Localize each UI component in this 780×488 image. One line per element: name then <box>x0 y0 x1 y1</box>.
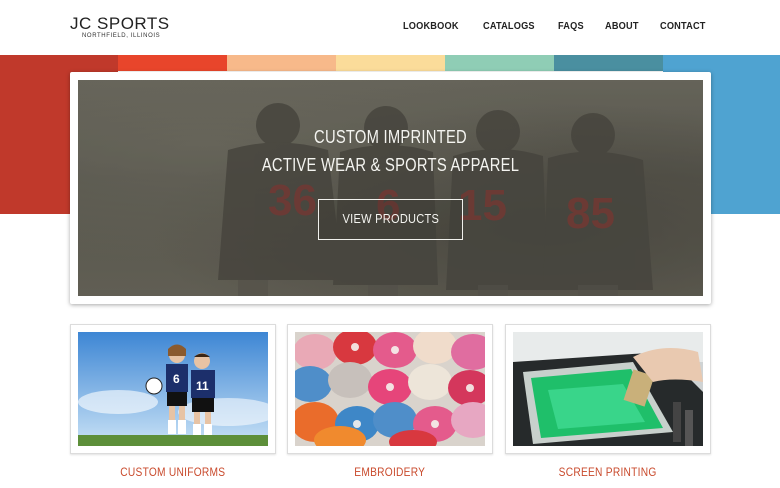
screen-printing-image <box>513 332 703 446</box>
thread-spools-illustration <box>295 332 485 446</box>
nav-link-lookbook[interactable]: LOOKBOOK <box>403 21 459 32</box>
embroidery-link[interactable]: EMBROIDERY <box>287 465 493 479</box>
hero-card: 36 6 15 85 CUSTOM IMPRINTED ACTIVE WEAR … <box>70 72 711 304</box>
logo-tagline: NORTHFIELD, ILLINOIS <box>82 33 161 39</box>
main-nav: LOOKBOOK CATALOGS FAQS ABOUT CONTACT <box>403 21 710 32</box>
nav-link-catalogs[interactable]: CATALOGS <box>483 21 535 32</box>
hero-headline-line1: CUSTOM IMPRINTED <box>314 127 467 147</box>
nav-link-faqs[interactable]: FAQS <box>558 21 584 32</box>
feature-card-custom-uniforms[interactable]: 6 11 <box>70 324 276 454</box>
jersey-number: 6 <box>173 372 180 386</box>
color-band-segment <box>227 55 336 71</box>
color-band-segment <box>336 55 445 71</box>
hero-image: 36 6 15 85 CUSTOM IMPRINTED ACTIVE WEAR … <box>78 80 703 296</box>
color-band-segment <box>118 55 227 71</box>
embroidery-image <box>295 332 485 446</box>
nav-link-about[interactable]: ABOUT <box>605 21 639 32</box>
site-header: JC SPORTS NORTHFIELD, ILLINOIS LOOKBOOK … <box>0 0 780 55</box>
kids-soccer-illustration: 6 11 <box>78 332 268 446</box>
nav-link-contact[interactable]: CONTACT <box>660 21 706 32</box>
screen-printing-link[interactable]: SCREEN PRINTING <box>505 465 711 479</box>
screen-printing-illustration <box>513 332 703 446</box>
hero-headline-line2: ACTIVE WEAR & SPORTS APPAREL <box>261 155 520 175</box>
color-band-segment <box>445 55 554 71</box>
hero-players-illustration: 36 6 15 85 <box>78 80 703 296</box>
jersey-number: 11 <box>196 379 209 393</box>
color-band-segment <box>554 55 663 71</box>
feature-card-embroidery[interactable] <box>287 324 493 454</box>
custom-uniforms-image: 6 11 <box>78 332 268 446</box>
feature-card-screen-printing[interactable] <box>505 324 711 454</box>
view-products-button[interactable]: VIEW PRODUCTS <box>318 199 463 240</box>
site-logo[interactable]: JC SPORTS NORTHFIELD, ILLINOIS <box>70 15 180 43</box>
logo-wordmark: JC SPORTS <box>70 14 170 33</box>
custom-uniforms-link[interactable]: CUSTOM UNIFORMS <box>70 465 276 479</box>
